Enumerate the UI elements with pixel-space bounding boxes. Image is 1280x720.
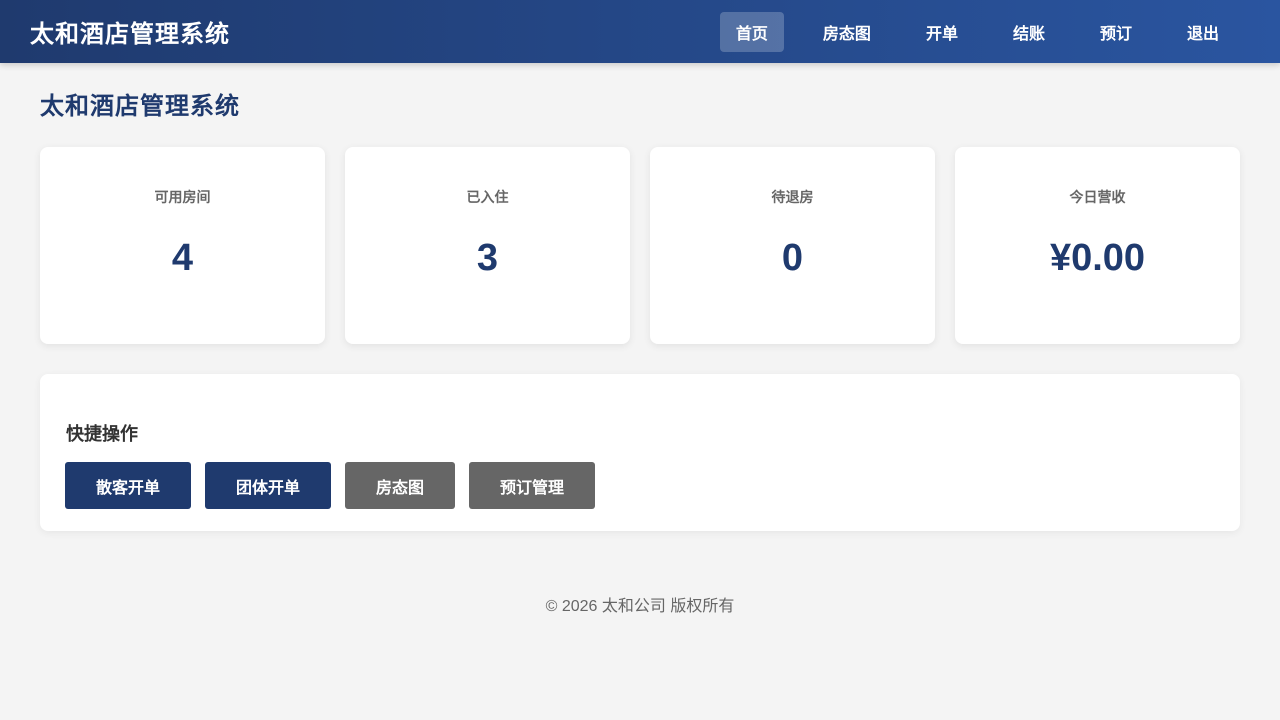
stat-value: 0 [781, 237, 804, 279]
nav-item-room-status[interactable]: 房态图 [807, 12, 887, 52]
stat-card-pending-checkout: 待退房 0 [650, 147, 935, 344]
brand-title: 太和酒店管理系统 [30, 21, 230, 48]
stat-label: 已入住 [466, 189, 509, 205]
footer-copyright: © 2026 太和公司 版权所有 [545, 598, 735, 615]
group-order-button[interactable]: 团体开单 [205, 462, 332, 509]
stat-card-available-rooms: 可用房间 4 [40, 147, 325, 344]
stat-value: 3 [476, 237, 499, 279]
stats-row: 可用房间 4 已入住 3 待退房 0 今日营收 ¥0.00 [40, 147, 1240, 344]
nav-item-logout[interactable]: 退出 [1171, 12, 1235, 52]
stat-label: 今日营收 [1069, 189, 1126, 205]
walk-in-order-button[interactable]: 散客开单 [65, 462, 192, 509]
quick-actions-panel: 快捷操作 散客开单 团体开单 房态图 预订管理 [40, 374, 1240, 531]
stat-label: 待退房 [771, 189, 814, 205]
main-nav: 首页 房态图 开单 结账 预订 退出 [697, 11, 1235, 52]
room-status-button[interactable]: 房态图 [345, 462, 456, 509]
stat-card-checked-in: 已入住 3 [345, 147, 630, 344]
stat-label: 可用房间 [154, 189, 211, 205]
page-title: 太和酒店管理系统 [40, 93, 240, 120]
quick-actions-buttons: 散客开单 团体开单 房态图 预订管理 [65, 462, 1215, 509]
nav-item-home[interactable]: 首页 [719, 11, 784, 52]
nav-item-reservation[interactable]: 预订 [1084, 12, 1148, 52]
top-navbar: 太和酒店管理系统 首页 房态图 开单 结账 预订 退出 [0, 0, 1280, 63]
nav-item-checkout[interactable]: 结账 [997, 12, 1061, 52]
stat-card-today-revenue: 今日营收 ¥0.00 [955, 147, 1240, 344]
stat-value: 4 [171, 237, 194, 279]
nav-item-open-order[interactable]: 开单 [910, 12, 974, 52]
quick-actions-title: 快捷操作 [66, 424, 138, 444]
stat-value: ¥0.00 [1049, 237, 1146, 279]
reservation-management-button[interactable]: 预订管理 [469, 462, 596, 509]
